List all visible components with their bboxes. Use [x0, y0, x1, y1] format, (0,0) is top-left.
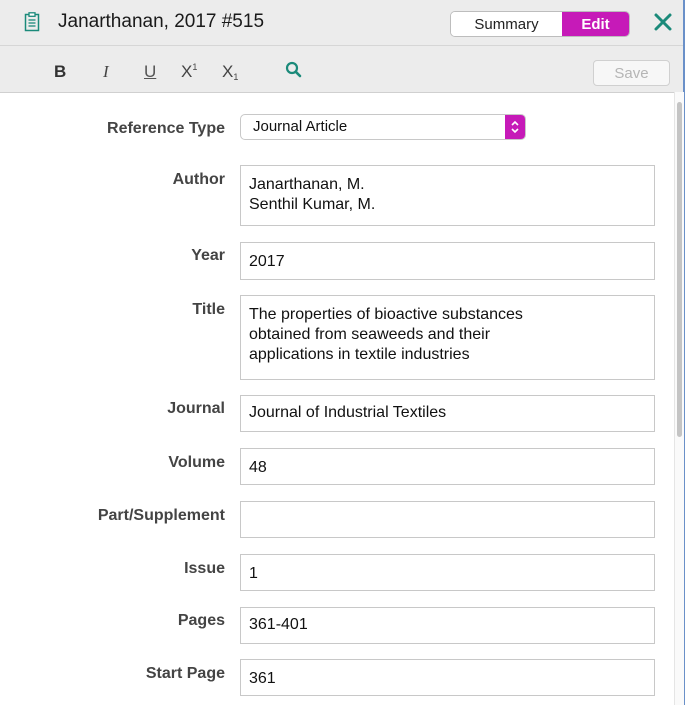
author-field[interactable]: Janarthanan, M. Senthil Kumar, M. — [240, 165, 655, 226]
save-button[interactable]: Save — [593, 60, 670, 86]
title-label: Title — [192, 301, 225, 318]
summary-tab[interactable]: Summary — [451, 12, 562, 36]
journal-field[interactable]: Journal of Industrial Textiles — [240, 395, 655, 432]
year-label: Year — [191, 247, 225, 264]
issue-field[interactable]: 1 — [240, 554, 655, 591]
subscript-button[interactable]: X1 — [222, 62, 238, 82]
superscript-mark: 1 — [192, 62, 198, 72]
reference-icon — [24, 12, 40, 32]
issue-label: Issue — [184, 560, 225, 577]
bold-button[interactable]: B — [54, 62, 66, 82]
volume-field[interactable]: 48 — [240, 448, 655, 485]
subscript-mark: 1 — [233, 72, 239, 82]
chevron-updown-icon — [505, 115, 525, 139]
reference-type-value: Journal Article — [253, 118, 348, 135]
journal-label: Journal — [167, 400, 225, 417]
part-supplement-label: Part/Supplement — [97, 507, 225, 524]
volume-label: Volume — [168, 454, 225, 471]
start-page-field[interactable]: 361 — [240, 659, 655, 696]
superscript-label: X — [181, 62, 193, 81]
view-mode-toggle: Summary Edit — [450, 11, 630, 37]
search-icon[interactable] — [284, 60, 304, 80]
scrollbar-thumb[interactable] — [677, 102, 682, 437]
close-icon[interactable] — [650, 9, 676, 35]
start-page-label: Start Page — [145, 665, 225, 682]
author-label: Author — [172, 171, 225, 188]
italic-button[interactable]: I — [103, 62, 109, 82]
reference-editor-window: Janarthanan, 2017 #515 Summary Edit B I … — [0, 0, 685, 705]
edit-tab[interactable]: Edit — [562, 12, 629, 36]
underline-button[interactable]: U — [144, 62, 156, 82]
title-bar: Janarthanan, 2017 #515 Summary Edit — [0, 0, 683, 46]
superscript-button[interactable]: X1 — [181, 62, 197, 82]
pages-label: Pages — [177, 612, 225, 629]
subscript-label: X — [222, 62, 234, 81]
pages-field[interactable]: 361-401 — [240, 607, 655, 644]
scrollbar[interactable] — [674, 92, 684, 705]
reference-title: Janarthanan, 2017 #515 — [58, 11, 265, 32]
format-toolbar: B I U X1 X1 — [0, 46, 683, 93]
reference-type-select[interactable]: Journal Article — [240, 114, 526, 140]
title-field[interactable]: The properties of bioactive substances o… — [240, 295, 655, 380]
year-field[interactable]: 2017 — [240, 242, 655, 280]
reference-type-label: Reference Type — [107, 120, 225, 137]
part-supplement-field[interactable] — [240, 501, 655, 538]
